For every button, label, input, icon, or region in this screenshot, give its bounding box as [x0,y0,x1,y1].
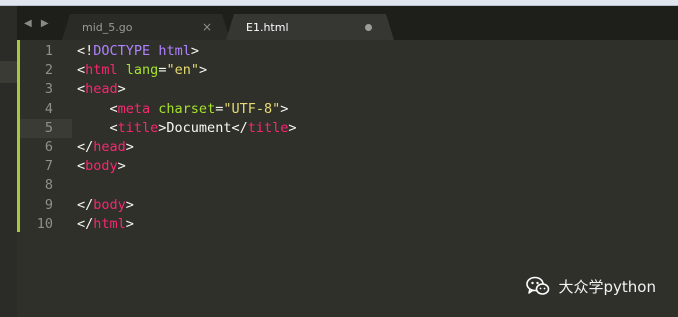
wechat-icon [525,273,551,299]
tab-nav-arrows[interactable]: ◀ ▶ [24,18,52,29]
code-line[interactable]: 2 <html lang="en"> [17,61,678,80]
line-number: 10 [36,215,53,232]
line-text: </head> [77,138,134,155]
tab-label: mid_5.go [82,20,133,34]
line-text: <title>Document</title> [77,119,297,136]
code-line[interactable]: 3 <head> [17,80,678,99]
line-number: 2 [44,62,53,79]
code-line[interactable]: 8 [17,176,678,195]
line-number: 6 [44,138,53,155]
code-line[interactable]: 1 <!DOCTYPE html> [17,42,678,61]
line-number: 8 [44,177,53,194]
code-area[interactable]: 1 <!DOCTYPE html> 2 <html lang="en"> 3 <head>… [17,42,678,234]
code-line[interactable]: 4 <meta charset="UTF-8"> [17,100,678,119]
line-text: </body> [77,196,134,213]
line-number: 1 [44,43,53,59]
line-text: <head> [77,81,126,98]
line-number: 3 [44,81,53,98]
tab-mid-5-go[interactable]: mid_5.go × [62,14,230,40]
unsaved-dot-icon[interactable] [365,24,372,31]
code-line[interactable]: 6 </head> [17,138,678,157]
line-number: 5 [44,119,53,136]
line-text: <html lang="en"> [77,62,208,79]
line-number: 7 [44,158,53,175]
line-number: 4 [44,100,53,117]
tab-label: E1.html [246,20,289,34]
line-text: <meta charset="UTF-8"> [77,100,289,117]
code-line[interactable]: 9 </body> [17,196,678,215]
code-line[interactable]: 10 </html> [17,215,678,234]
code-line[interactable]: 7 <body> [17,157,678,176]
tab-e1-html[interactable]: E1.html [226,14,394,40]
watermark: 大众学python [525,273,656,299]
line-text: </html> [77,215,134,232]
close-icon[interactable]: × [202,20,212,34]
side-panel-edge [0,6,17,317]
side-panel-selection [0,61,17,83]
tab-bar: ◀ ▶ mid_5.go × E1.html [0,6,678,40]
code-line[interactable]: 5 <title>Document</title> [17,119,678,138]
line-text: <body> [77,158,126,175]
watermark-text: 大众学python [558,277,656,296]
line-text: <!DOCTYPE html> [77,43,199,59]
line-number: 9 [44,196,53,213]
